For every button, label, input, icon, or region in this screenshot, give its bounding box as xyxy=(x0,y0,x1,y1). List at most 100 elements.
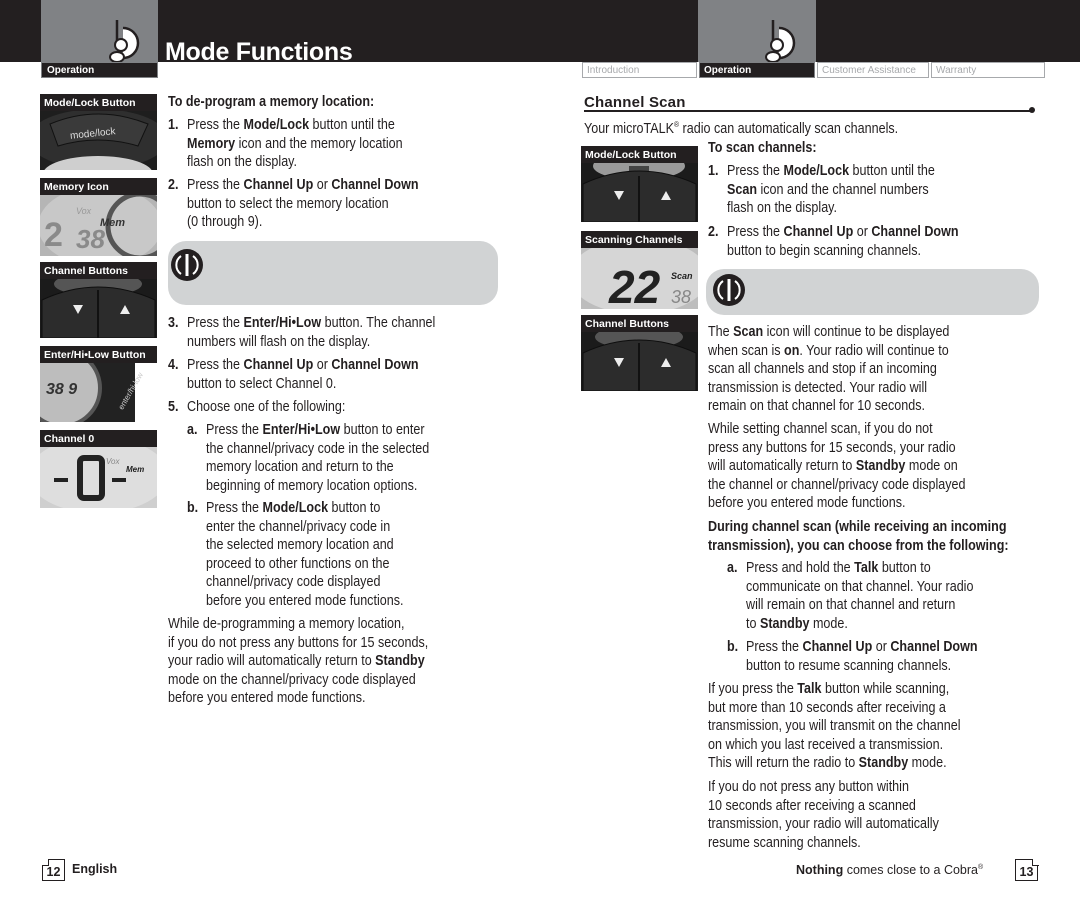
text-run: transmission, you will transmit on the c… xyxy=(708,718,961,735)
text-run: or xyxy=(872,639,891,655)
text-run: remain on that channel for 10 seconds. xyxy=(708,398,925,415)
closing-paragraph: While de-programming a memory location, i… xyxy=(168,615,471,708)
step-number: 1. xyxy=(168,117,179,133)
text-line: button to select the memory location xyxy=(187,195,419,214)
text-run: This will return the radio to xyxy=(708,755,859,772)
substep-b: Press the Mode/Lock button to enter the c… xyxy=(206,499,436,611)
text-line: While de-programming a memory location, xyxy=(168,615,428,634)
text-run: enter the channel/privacy code in xyxy=(206,518,391,535)
resume-scanning-paragraph: If you do not press any button within 10 … xyxy=(708,778,976,852)
nav-tab-introduction[interactable]: Introduction xyxy=(582,62,697,78)
step-number: 1. xyxy=(708,163,719,179)
talk-while-scanning-paragraph: If you press the Talk button while scann… xyxy=(708,680,1002,773)
nav-tab-warranty[interactable]: Warranty xyxy=(931,62,1045,78)
text-line: will remain on that channel and return xyxy=(746,596,973,615)
text-run: (0 through 9). xyxy=(187,214,263,231)
text-line: If you press the Talk button while scann… xyxy=(708,680,961,699)
text-run: button to enter xyxy=(340,422,425,438)
text-line: your radio will automatically return to … xyxy=(168,652,428,671)
text-line: mode on the channel/privacy code display… xyxy=(168,671,428,690)
text-line: beginning of memory location options. xyxy=(206,477,429,496)
text-run: button. The channel xyxy=(321,315,436,331)
nav-tab-operation[interactable]: Operation xyxy=(699,62,815,78)
text-run: if you do not press any buttons for 15 s… xyxy=(168,634,429,651)
text-run: when scan is xyxy=(708,342,785,359)
text-line: when scan is on. Your radio will continu… xyxy=(708,342,949,361)
text-run: transmission, your radio will automatica… xyxy=(708,816,939,833)
text-run: transmission is detected. Your radio wil… xyxy=(708,379,928,396)
substep-a: Press and hold the Talk button to communi… xyxy=(746,559,1010,633)
bold-text: Enter/Hi•Low xyxy=(243,315,322,331)
text-run: The xyxy=(708,324,734,340)
text-line: transmission, your radio will automatica… xyxy=(708,815,939,834)
step-number: a. xyxy=(727,560,738,576)
step-number: b. xyxy=(187,500,199,516)
svg-text:38 9: 38 9 xyxy=(46,381,77,398)
svg-text:Vox: Vox xyxy=(106,457,120,466)
text-run: 10 seconds after receiving a scanned xyxy=(708,797,916,814)
section-rule-dot xyxy=(1029,107,1035,113)
text-run: icon and the memory location xyxy=(235,135,403,152)
step-number-wrap: 2. xyxy=(168,176,180,195)
bold-text: Channel Down xyxy=(890,639,978,655)
step-number-wrap: 4. xyxy=(168,356,180,375)
text-run: If you do not press any button within xyxy=(708,779,909,795)
cobra-mascot-icon xyxy=(765,20,796,62)
bold-text: Mode/Lock xyxy=(262,500,329,516)
step-2: Press the Channel Up or Channel Down butt… xyxy=(187,176,456,232)
thumbnail-caption: Scanning Channels xyxy=(581,231,698,248)
step-5: Choose one of the following: xyxy=(187,398,371,417)
timeout-paragraph: While setting channel scan, if you do no… xyxy=(708,420,1007,513)
text-run: button to begin scanning channels. xyxy=(727,242,921,259)
text-run: the channel or channel/privacy code disp… xyxy=(708,476,966,493)
caution-icon xyxy=(713,274,745,306)
svg-text:22: 22 xyxy=(608,261,661,309)
scan-icon-paragraph: The Scan icon will continue to be displa… xyxy=(708,323,989,416)
text-line: 10 seconds after receiving a scanned xyxy=(708,797,939,816)
text-run: will automatically return to xyxy=(708,458,856,475)
step-number-wrap: a. xyxy=(727,559,739,578)
page-title: Mode Functions xyxy=(165,38,353,66)
text-run: button while scanning, xyxy=(821,681,950,697)
text-line: the selected memory location and xyxy=(206,536,403,555)
text-run: icon will continue to be displayed xyxy=(763,324,950,340)
text-run: or xyxy=(313,357,332,373)
step-number-wrap: a. xyxy=(187,421,199,440)
text-line: enter the channel/privacy code in xyxy=(206,518,403,537)
svg-text:38: 38 xyxy=(671,287,691,307)
text-line: Press the Channel Up or Channel Down xyxy=(727,223,959,242)
text-line: the channel or channel/privacy code disp… xyxy=(708,476,965,495)
text-line: Your microTALK® radio can automatically … xyxy=(584,116,898,138)
bold-text: Channel Up xyxy=(802,639,873,655)
tip-box xyxy=(706,269,1039,315)
nav-tab-customer-assistance[interactable]: Customer Assistance xyxy=(817,62,929,78)
text-line: Press the Mode/Lock button until the xyxy=(727,162,935,181)
caution-icon xyxy=(171,249,203,281)
text-run: or xyxy=(313,177,332,193)
thumbnail-channel-buttons: Channel Buttons xyxy=(40,262,157,338)
text-run: channel/privacy code displayed xyxy=(206,574,381,591)
text-run: your radio will automatically return to xyxy=(168,653,376,670)
step-number-wrap: 3. xyxy=(168,314,180,333)
text-run: button to select Channel 0. xyxy=(187,375,337,392)
bold-text: Scan xyxy=(727,181,758,198)
intro-paragraph: Your microTALK® radio can automatically … xyxy=(584,116,949,138)
text-run: button until the xyxy=(849,163,935,179)
text-line: transmission), you can choose from the f… xyxy=(708,537,1009,556)
text-run: Choose one of the following: xyxy=(187,399,346,415)
text-line: Press and hold the Talk button to xyxy=(746,559,973,578)
bold-text: During channel scan (while receiving an … xyxy=(708,519,1007,535)
text-line: but more than 10 seconds after receiving… xyxy=(708,699,961,718)
text-run: mode on xyxy=(905,458,958,475)
thumbnail-caption: Channel Buttons xyxy=(581,315,698,332)
bold-text: Standby xyxy=(858,755,909,772)
text-line: Press the Channel Up or Channel Down xyxy=(187,176,419,195)
section-title: Channel Scan xyxy=(584,94,686,111)
footer-slogan: Nothing comes close to a Cobra® xyxy=(796,863,983,877)
section-heading-wrap: To de-program a memory location: xyxy=(168,93,408,112)
text-run: icon and the channel numbers xyxy=(757,181,929,198)
text-run: the channel/privacy code in the selected xyxy=(206,440,430,457)
text-run: button until the xyxy=(309,117,395,133)
text-line: button to resume scanning channels. xyxy=(746,657,978,676)
text-run: If you press the xyxy=(708,681,798,697)
